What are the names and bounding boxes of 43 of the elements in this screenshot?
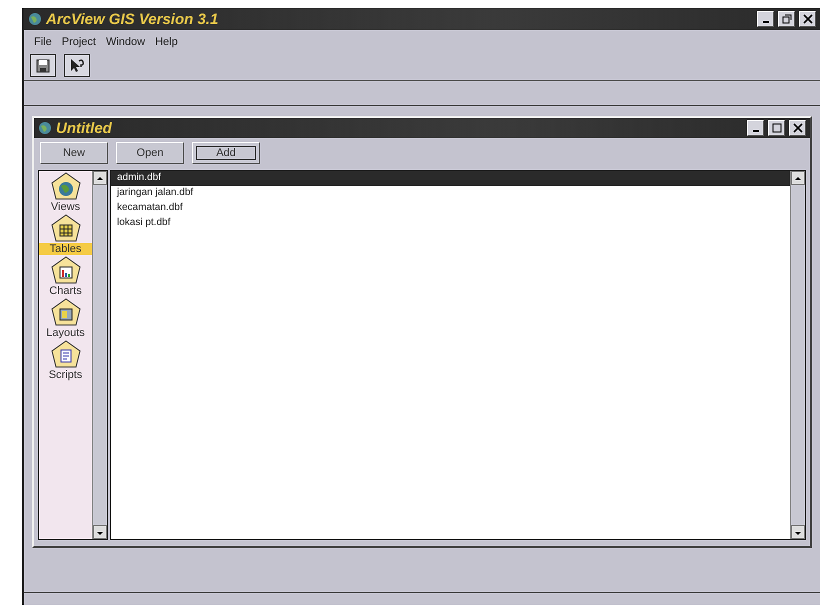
save-tool-button[interactable]: [30, 54, 56, 77]
project-button[interactable]: New: [40, 142, 108, 164]
close-icon: [802, 14, 812, 24]
minimize-icon: [762, 21, 768, 23]
document-type-label[interactable]: Charts: [39, 285, 92, 297]
layouts-document-icon[interactable]: [50, 297, 82, 327]
close-button[interactable]: [789, 120, 806, 136]
menu-item[interactable]: Window: [106, 36, 146, 50]
save-icon: [36, 58, 50, 72]
scrollbar[interactable]: [790, 171, 805, 539]
document-list-item[interactable]: admin.dbf: [111, 171, 790, 186]
menu-item[interactable]: Help: [155, 36, 178, 50]
scrollbar[interactable]: [92, 171, 107, 539]
maximize-icon: [772, 123, 782, 133]
close-icon: [792, 123, 802, 133]
close-button[interactable]: [799, 11, 816, 27]
charts-document-icon[interactable]: [50, 255, 82, 285]
document-type-label[interactable]: Tables: [39, 243, 92, 255]
document-type-label[interactable]: Views: [39, 201, 92, 213]
menu-item[interactable]: File: [34, 36, 52, 50]
minimize-icon: [752, 130, 758, 132]
project-button[interactable]: Add: [192, 142, 260, 164]
views-document-icon[interactable]: [50, 171, 82, 201]
tables-document-icon[interactable]: [50, 213, 82, 243]
document-list-item[interactable]: jaringan jalan.dbf: [111, 186, 790, 201]
restore-button[interactable]: [778, 11, 795, 27]
document-list-item[interactable]: kecamatan.dbf: [111, 201, 790, 216]
globe-icon: [38, 121, 52, 135]
minimize-button[interactable]: [757, 11, 774, 27]
document-type-label[interactable]: Scripts: [39, 369, 92, 381]
minimize-button[interactable]: [747, 120, 764, 136]
project-title: Untitled: [56, 120, 113, 136]
document-list-item[interactable]: lokasi pt.dbf: [111, 216, 790, 231]
project-button[interactable]: Open: [116, 142, 184, 164]
help-tool-button[interactable]: [64, 54, 90, 77]
scripts-document-icon[interactable]: [50, 339, 82, 369]
globe-icon: [28, 12, 42, 26]
pointer-help-icon: [69, 58, 85, 74]
maximize-button[interactable]: [768, 120, 785, 136]
menu-item[interactable]: Project: [62, 36, 96, 50]
restore-icon: [782, 14, 792, 24]
window-title: ArcView GIS Version 3.1: [46, 10, 220, 28]
document-type-label[interactable]: Layouts: [39, 327, 92, 339]
